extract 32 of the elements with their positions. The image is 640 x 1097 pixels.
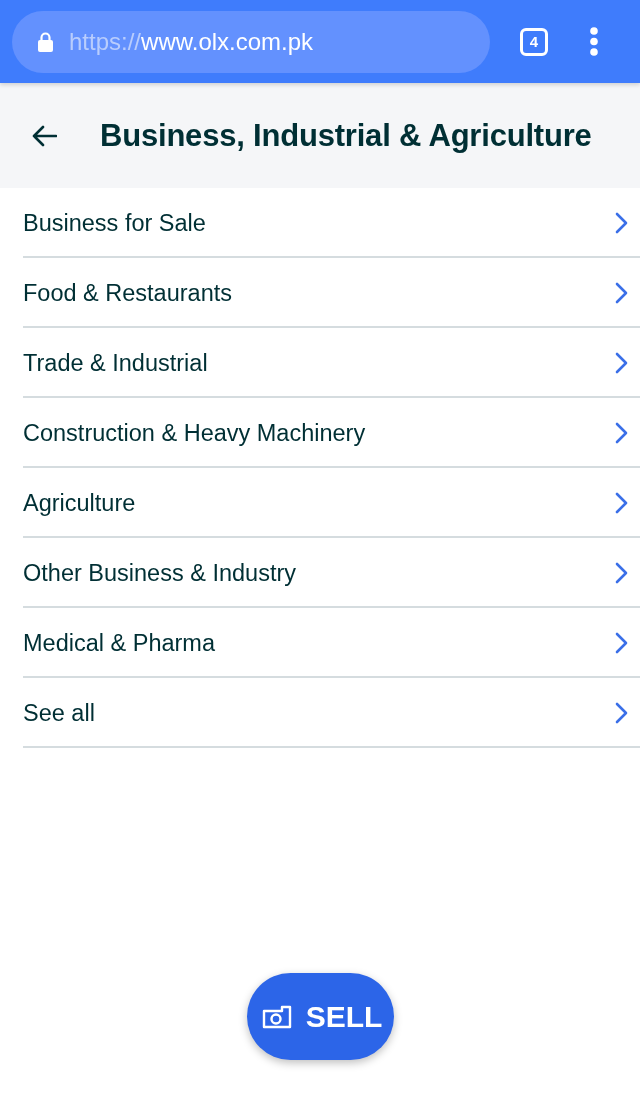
category-label: Trade & Industrial [23, 349, 208, 377]
category-label: Construction & Heavy Machinery [23, 419, 366, 447]
chevron-right-icon [615, 212, 628, 234]
category-label: Food & Restaurants [23, 279, 232, 307]
category-label: Business for Sale [23, 209, 206, 237]
sell-button[interactable]: SELL [246, 973, 394, 1060]
more-options-icon [590, 27, 598, 56]
category-row[interactable]: Food & Restaurants [23, 258, 640, 328]
lock-icon [38, 31, 53, 52]
category-row[interactable]: Agriculture [23, 468, 640, 538]
chevron-right-icon [615, 352, 628, 374]
category-label: Medical & Pharma [23, 629, 215, 657]
category-label: Other Business & Industry [23, 559, 296, 587]
camera-icon [261, 1004, 292, 1029]
category-label: See all [23, 699, 95, 727]
category-row[interactable]: Business for Sale [23, 188, 640, 258]
tab-count-button[interactable]: 4 [520, 27, 548, 56]
chevron-right-icon [615, 282, 628, 304]
chevron-right-icon [615, 492, 628, 514]
back-arrow-icon [31, 124, 57, 147]
category-row[interactable]: Other Business & Industry [23, 538, 640, 608]
chevron-right-icon [615, 702, 628, 724]
category-row[interactable]: Construction & Heavy Machinery [23, 398, 640, 468]
url-text: https://www.olx.com.pk [69, 27, 314, 56]
category-row[interactable]: Medical & Pharma [23, 608, 640, 678]
category-row[interactable]: Trade & Industrial [23, 328, 640, 398]
category-label: Agriculture [23, 489, 136, 517]
chevron-right-icon [615, 422, 628, 444]
page-title: Business, Industrial & Agriculture [100, 117, 592, 154]
category-row[interactable]: See all [23, 678, 640, 748]
chevron-right-icon [615, 632, 628, 654]
chevron-right-icon [615, 562, 628, 584]
